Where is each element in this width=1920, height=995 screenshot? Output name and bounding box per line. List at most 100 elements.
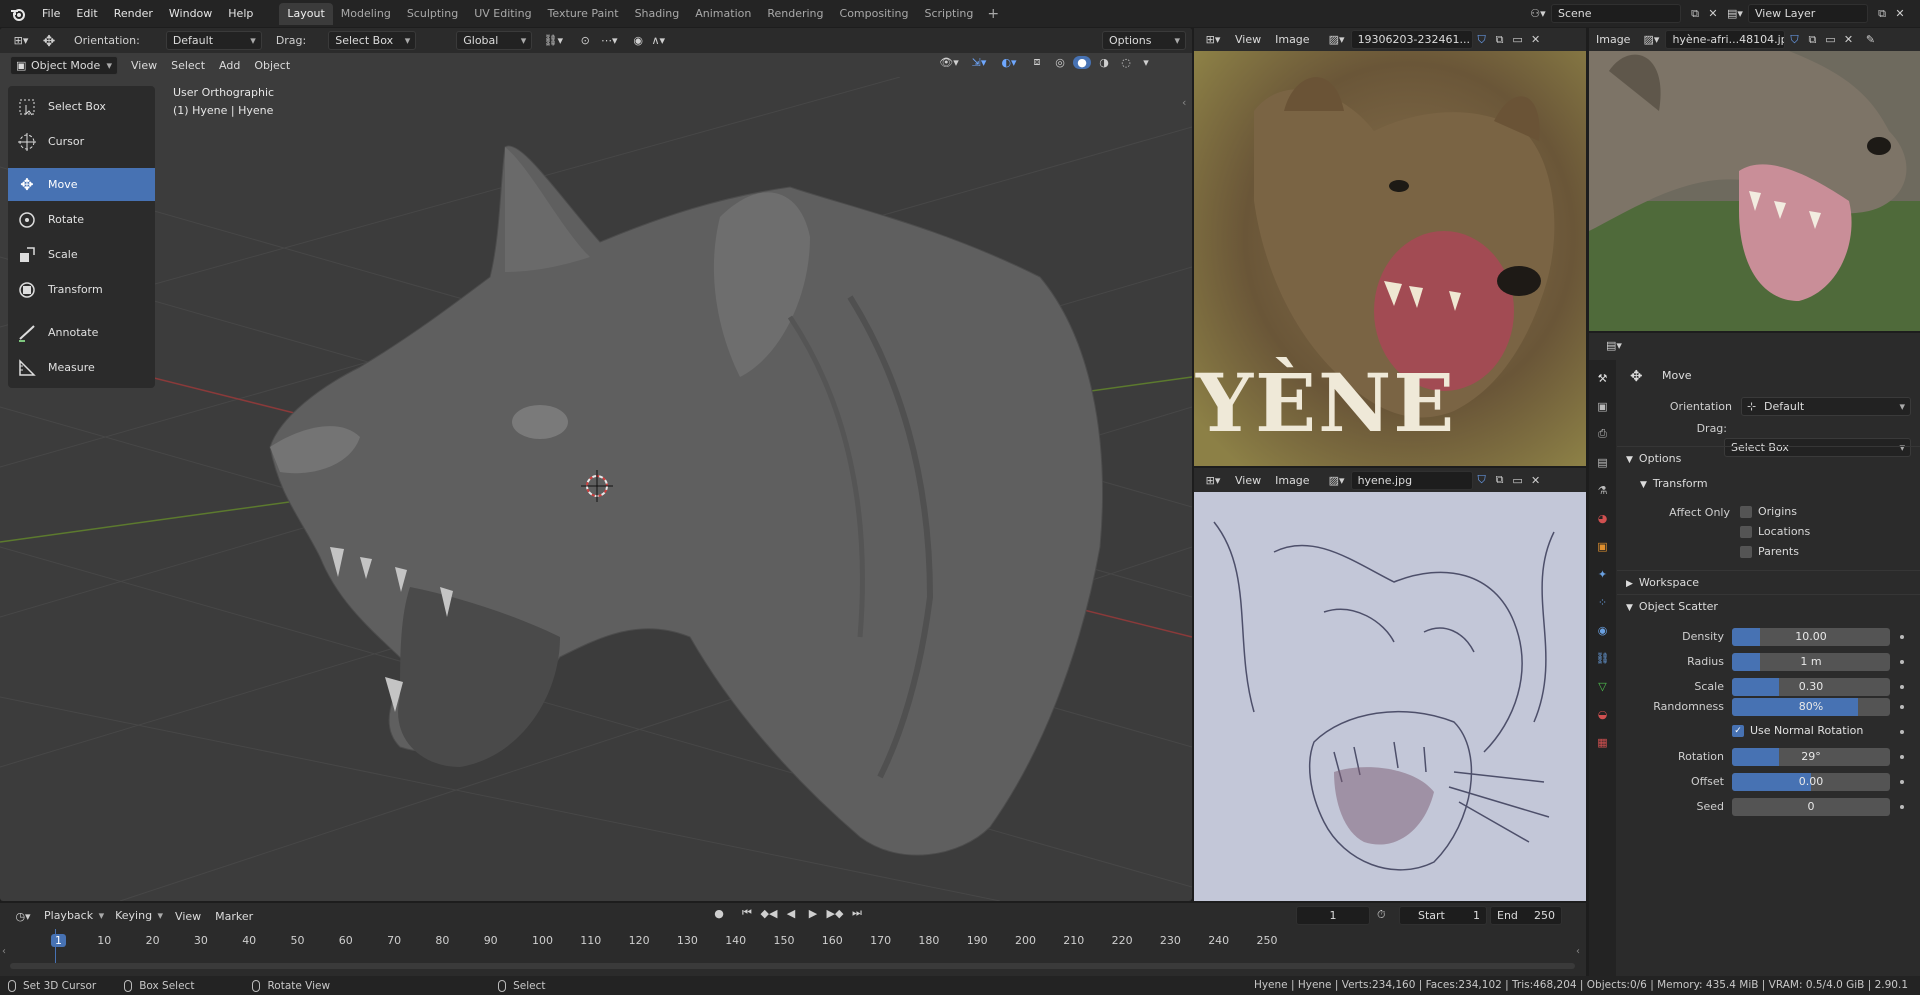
data-tab-icon[interactable]: ▽ [1589,672,1616,700]
fake-user-shield-icon[interactable]: ⛉ [1473,473,1491,487]
delete-scene-icon[interactable]: ✕ [1705,7,1721,20]
new-scene-icon[interactable]: ⧉ [1685,7,1705,21]
keyframe-dot-icon[interactable] [1900,705,1904,709]
keyframe-dot-icon[interactable] [1900,755,1904,759]
rendered-shading-icon[interactable]: ◌ [1117,56,1135,69]
open-image-icon[interactable]: ▭ [1509,33,1527,46]
scale-slider[interactable]: 0.30 [1732,678,1890,696]
image-menu-view[interactable]: View [1228,28,1268,52]
jump-keyframe-back-icon[interactable]: ◆◀ [760,907,778,920]
tool-rotate[interactable]: Rotate [8,203,155,236]
object-tab-icon[interactable]: ▣ [1589,532,1616,560]
timeline-menu-view[interactable]: View [168,904,208,929]
render-tab-icon[interactable]: ▣ [1589,392,1616,420]
new-view-layer-icon[interactable]: ⧉ [1872,7,1892,21]
3d-viewport[interactable]: ⊞▾ ✥ Orientation: Default Drag: Select B… [0,28,1192,901]
tab-texture-paint[interactable]: Texture Paint [540,3,627,25]
keyframe-dot-icon[interactable] [1900,685,1904,689]
gizmo-icon[interactable]: ⇲▾ [967,56,991,69]
modifier-tab-icon[interactable]: ✦ [1589,560,1616,588]
keyframe-dot-icon[interactable] [1900,780,1904,784]
output-tab-icon[interactable]: ⎙ [1589,420,1616,448]
material-shading-icon[interactable]: ◑ [1095,56,1113,69]
open-image-icon[interactable]: ▭ [1821,33,1839,46]
density-slider[interactable]: 10.00 [1732,628,1890,646]
menu-file[interactable]: File [34,0,68,27]
world-tab-icon[interactable]: ◕ [1589,504,1616,532]
menu-help[interactable]: Help [220,0,261,27]
record-icon[interactable]: ● [710,907,728,920]
tab-rendering[interactable]: Rendering [759,3,831,25]
scene-name-field[interactable]: Scene [1551,4,1681,23]
tab-scripting[interactable]: Scripting [916,3,981,25]
hyena-head-sculpt[interactable] [269,145,1103,856]
options-panel-header[interactable]: ▼ Options [1626,452,1681,465]
image-menu-image[interactable]: Image [1268,28,1316,52]
tool-move[interactable]: ✥ Move [8,168,155,201]
tab-uv-editing[interactable]: UV Editing [466,3,539,25]
fake-user-shield-icon[interactable]: ⛉ [1473,33,1491,47]
jump-keyframe-forward-icon[interactable]: ▶◆ [826,907,844,920]
fake-user-shield-icon[interactable]: ⛉ [1785,33,1803,47]
image-name-field[interactable]: hyene.jpg [1350,470,1473,490]
add-workspace-button[interactable]: + [981,3,1005,25]
wireframe-shading-icon[interactable]: ◎ [1051,56,1069,69]
timeline-scrollbar[interactable] [10,963,1575,969]
overlay-icon[interactable]: ◐▾ [995,56,1023,69]
particles-tab-icon[interactable]: ⁘ [1589,588,1616,616]
affect-parents-checkbox[interactable]: Parents [1740,545,1799,558]
new-image-icon[interactable]: ⧉ [1491,473,1509,487]
image-editor-bottom-left[interactable]: ⊞▾ View Image ▨▾ hyene.jpg ⛉ ⧉ ▭ ✕ [1194,468,1586,901]
constraints-tab-icon[interactable]: ⛓ [1589,644,1616,672]
tab-shading[interactable]: Shading [627,3,688,25]
image-menu-view[interactable]: View [1228,468,1268,493]
menu-window[interactable]: Window [161,0,220,27]
material-tab-icon[interactable]: ◒ [1589,700,1616,728]
jump-end-icon[interactable]: ⏭ [848,906,866,920]
viewport-canvas[interactable] [0,77,1192,901]
image-browse-icon[interactable]: ▨▾ [1323,33,1351,46]
scene-icon[interactable]: ⚇▾ [1525,7,1551,20]
timeline-menu-marker[interactable]: Marker [208,904,260,929]
image-browse-icon[interactable]: ▨▾ [1637,33,1665,46]
object-scatter-panel-header[interactable]: ▼ Object Scatter [1626,600,1718,613]
drag-dropdown[interactable]: Select Box [328,31,417,50]
use-normal-rotation-checkbox[interactable]: ✓ Use Normal Rotation [1732,724,1863,737]
pin-icon[interactable]: ✎ [1861,33,1879,46]
keyframe-dot-icon[interactable] [1900,730,1904,734]
jump-start-icon[interactable]: ⏮ [738,906,756,920]
view-layer-field[interactable]: View Layer [1748,4,1868,23]
clock-icon[interactable]: ◷▾ [8,910,38,923]
view-layer-tab-icon[interactable]: ▤ [1589,448,1616,476]
radius-slider[interactable]: 1 m [1732,653,1890,671]
menu-render[interactable]: Render [106,0,161,27]
randomness-slider[interactable]: 80% [1732,698,1890,716]
xray-icon[interactable]: ⧈ [1027,55,1047,69]
viewport-menu-view[interactable]: View [124,53,164,78]
new-image-icon[interactable]: ⧉ [1803,33,1821,47]
drag-dropdown[interactable]: Select Box [1724,438,1911,457]
viewport-menu-add[interactable]: Add [212,53,247,78]
image-menu-image[interactable]: Image [1589,28,1637,52]
end-frame-field[interactable]: End 250 [1490,906,1562,925]
tab-sculpting[interactable]: Sculpting [399,3,466,25]
workspace-panel-header[interactable]: ▶ Workspace [1626,576,1699,589]
tool-annotate[interactable]: Annotate [8,316,155,349]
tab-modeling[interactable]: Modeling [333,3,399,25]
viewport-menu-object[interactable]: Object [247,53,297,78]
transform-orientation-dropdown[interactable]: Global [456,31,533,50]
sidebar-toggle-icon[interactable]: ‹ [1182,96,1186,109]
image-browse-icon[interactable]: ▨▾ [1323,474,1351,487]
physics-tab-icon[interactable]: ◉ [1589,616,1616,644]
texture-tab-icon[interactable]: ▦ [1589,728,1616,756]
mode-dropdown[interactable]: ▣ Object Mode [10,55,118,75]
collapse-left-icon[interactable]: ‹ [2,946,6,957]
tool-cursor[interactable]: Cursor [8,125,155,158]
visibility-icon[interactable]: 👁▾ [935,56,963,69]
delete-view-layer-icon[interactable]: ✕ [1892,7,1908,20]
rotation-slider[interactable]: 29° [1732,748,1890,766]
start-frame-field[interactable]: Start 1 [1399,906,1487,925]
editor-type-icon[interactable]: ⊞▾ [6,34,36,47]
editor-type-icon[interactable]: ⊞▾ [1198,33,1228,46]
keyframe-dot-icon[interactable] [1900,805,1904,809]
